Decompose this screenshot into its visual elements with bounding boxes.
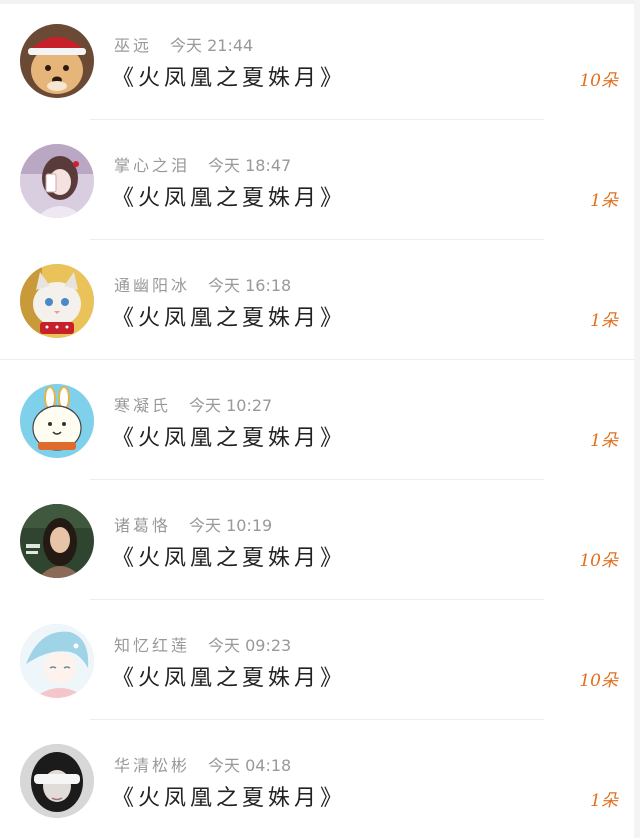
girl-selfie-avatar[interactable] [20,144,94,218]
woman-photo-avatar[interactable] [20,504,94,578]
work-title[interactable]: 《火凤凰之夏姝月》 [112,660,346,692]
gift-meta: 知忆红莲 今天 09:23 [114,632,291,656]
gift-meta: 华清松彬 今天 04:18 [114,752,291,776]
gift-time: 今天 04:18 [208,756,292,775]
cartoon-bunny-avatar[interactable] [20,384,94,458]
gift-record-row[interactable]: 诸葛恪 今天 10:19 《火凤凰之夏姝月》 10朵 [0,480,634,600]
gift-record-row[interactable]: 华清松彬 今天 04:18 《火凤凰之夏姝月》 1朵 [0,720,634,840]
sender-name[interactable]: 寒凝氏 [114,396,171,415]
gift-time: 今天 09:23 [208,636,292,655]
work-title[interactable]: 《火凤凰之夏姝月》 [112,540,346,572]
sender-name[interactable]: 诸葛恪 [114,516,171,535]
anime-girl-avatar[interactable] [20,624,94,698]
gift-record-list: 巫远 今天 21:44 《火凤凰之夏姝月》 10朵 掌心之泪 今天 18:47 《火… [0,0,640,838]
gift-record-row[interactable]: 知忆红莲 今天 09:23 《火凤凰之夏姝月》 10朵 [0,600,634,720]
gift-time: 今天 21:44 [170,36,254,55]
flower-count: 1朵 [590,311,618,331]
gift-time: 今天 10:27 [189,396,273,415]
gift-meta: 诸葛恪 今天 10:19 [114,512,272,536]
cat-avatar[interactable] [20,264,94,338]
flower-count: 10朵 [579,71,618,91]
work-title[interactable]: 《火凤凰之夏姝月》 [112,420,346,452]
work-title[interactable]: 《火凤凰之夏姝月》 [112,60,346,92]
flower-count: 1朵 [590,791,618,811]
sender-name[interactable]: 华清松彬 [114,756,190,775]
gift-meta: 寒凝氏 今天 10:27 [114,392,272,416]
flower-count: 10朵 [579,671,618,691]
gift-record-row[interactable]: 通幽阳冰 今天 16:18 《火凤凰之夏姝月》 1朵 [0,240,634,360]
flower-count: 10朵 [579,551,618,571]
gift-time: 今天 16:18 [208,276,292,295]
blindfold-girl-avatar[interactable] [20,744,94,818]
gift-time: 今天 10:19 [189,516,273,535]
scrollbar-track[interactable] [634,0,640,838]
gift-meta: 掌心之泪 今天 18:47 [114,152,291,176]
flower-count: 1朵 [590,431,618,451]
flower-count: 1朵 [590,191,618,211]
sender-name[interactable]: 通幽阳冰 [114,276,190,295]
gift-record-row[interactable]: 掌心之泪 今天 18:47 《火凤凰之夏姝月》 1朵 [0,120,634,240]
sender-name[interactable]: 知忆红莲 [114,636,190,655]
work-title[interactable]: 《火凤凰之夏姝月》 [112,300,346,332]
work-title[interactable]: 《火凤凰之夏姝月》 [112,780,346,812]
work-title[interactable]: 《火凤凰之夏姝月》 [112,180,346,212]
dog-avatar[interactable] [20,24,94,98]
gift-meta: 巫远 今天 21:44 [114,32,253,56]
gift-time: 今天 18:47 [208,156,292,175]
gift-record-row[interactable]: 巫远 今天 21:44 《火凤凰之夏姝月》 10朵 [0,0,634,120]
sender-name[interactable]: 掌心之泪 [114,156,190,175]
sender-name[interactable]: 巫远 [114,36,152,55]
gift-record-row[interactable]: 寒凝氏 今天 10:27 《火凤凰之夏姝月》 1朵 [0,360,634,480]
gift-meta: 通幽阳冰 今天 16:18 [114,272,291,296]
